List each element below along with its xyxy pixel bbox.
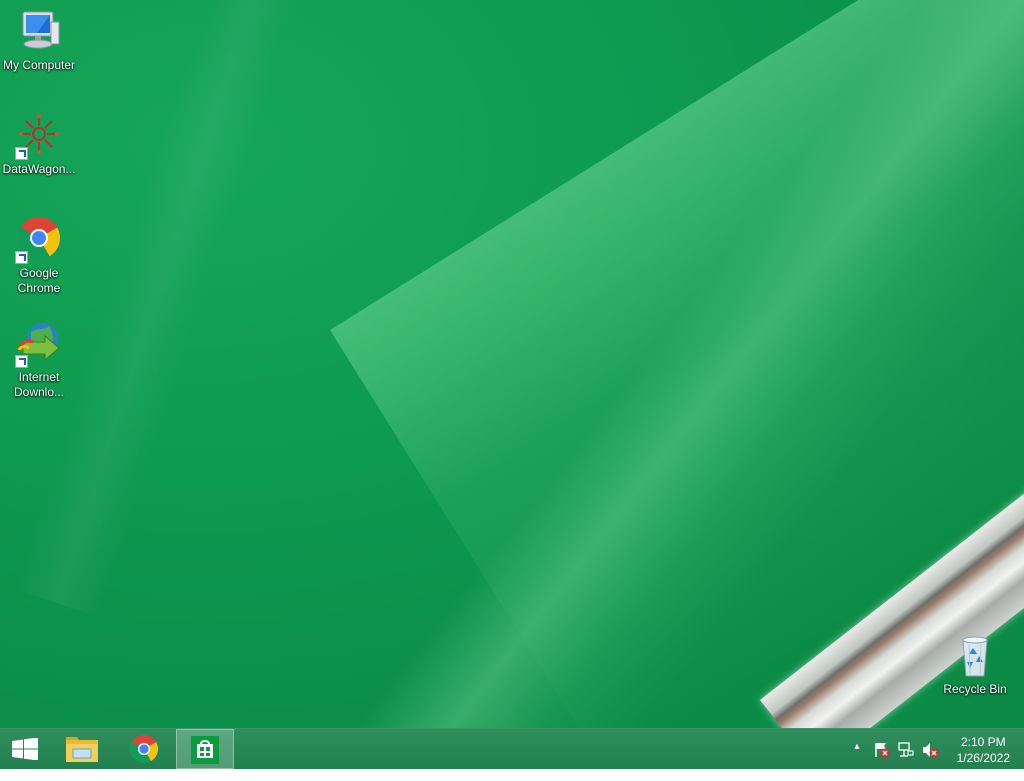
- wallpaper-streak: [14, 0, 316, 617]
- taskbar-chrome-button[interactable]: [116, 729, 172, 769]
- taskbar-clock[interactable]: 2:10 PM 1/26/2022: [957, 734, 1010, 766]
- desktop-icon-datawagon[interactable]: DataWagon...: [1, 112, 77, 177]
- desktop-icon-label: Recycle Bin: [943, 682, 1007, 696]
- volume-muted-icon[interactable]: [921, 729, 939, 769]
- shortcut-arrow-icon: [15, 147, 28, 160]
- desktop-icon-my-computer[interactable]: My Computer: [1, 8, 77, 73]
- shortcut-arrow-icon: [15, 251, 28, 264]
- desktop-icon-label-line1: Internet: [18, 370, 60, 384]
- desktop-icon-label-line1: Google: [19, 266, 59, 280]
- chrome-icon: [128, 733, 160, 770]
- store-icon: [190, 735, 220, 770]
- taskbar-store-button[interactable]: [176, 729, 234, 769]
- start-button[interactable]: [0, 729, 56, 769]
- folder-icon: [65, 735, 99, 768]
- taskbar-file-explorer-button[interactable]: [55, 729, 111, 769]
- datawagon-icon: [15, 112, 63, 160]
- clock-date: 1/26/2022: [956, 751, 1010, 765]
- recycle-bin-icon: [951, 632, 999, 680]
- taskbar: ▲ 2:10 PM 1/26/2022: [0, 728, 1024, 769]
- network-icon[interactable]: [897, 729, 915, 769]
- desktop-icon-recycle-bin[interactable]: Recycle Bin: [937, 632, 1013, 697]
- desktop-icon-google-chrome[interactable]: Google Chrome: [1, 216, 77, 296]
- action-center-flag-icon[interactable]: [873, 729, 891, 769]
- clock-time: 2:10 PM: [960, 735, 1006, 749]
- desktop-icon-label: My Computer: [2, 58, 76, 72]
- windows-logo-icon: [12, 737, 38, 765]
- desktop-background[interactable]: My Computer DataWagon... Google Chrome I…: [0, 0, 1024, 728]
- chrome-icon: [15, 216, 63, 264]
- desktop-icon-label-line2: Chrome: [17, 281, 61, 295]
- internet-download-manager-icon: [15, 320, 63, 368]
- shortcut-arrow-icon: [15, 355, 28, 368]
- desktop-icon-internet-download-manager[interactable]: Internet Downlo...: [1, 320, 77, 400]
- desktop-icon-label: DataWagon...: [2, 162, 76, 176]
- desktop-icon-label-line2: Downlo...: [13, 385, 65, 399]
- tray-overflow-arrow[interactable]: ▲: [850, 741, 864, 781]
- computer-icon: [15, 8, 63, 56]
